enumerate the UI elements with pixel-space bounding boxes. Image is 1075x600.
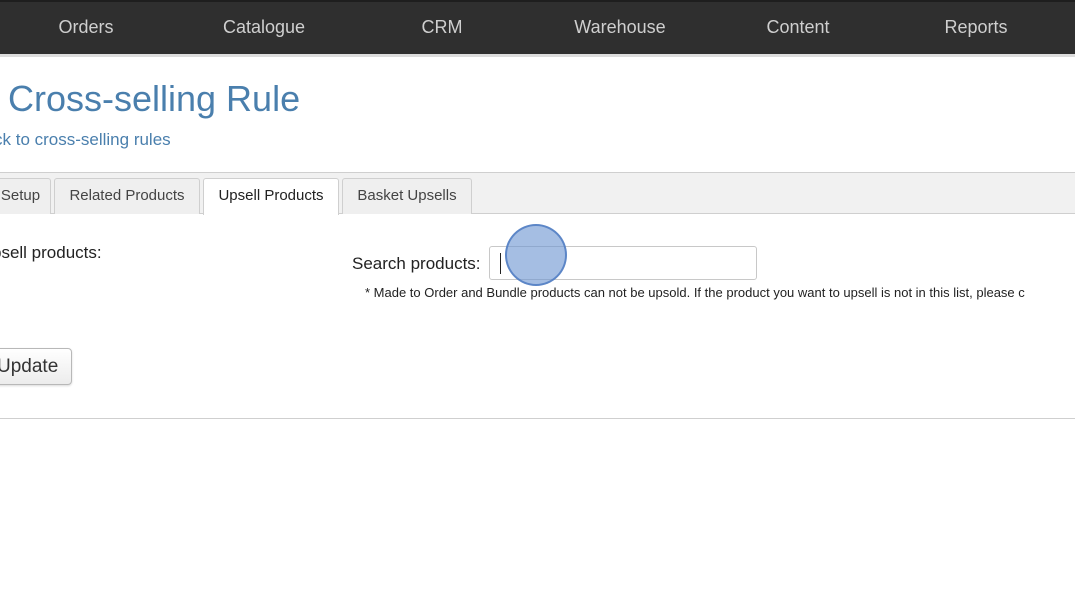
- nav-divider: [0, 54, 1075, 57]
- nav-item-orders[interactable]: Orders: [16, 2, 156, 54]
- search-products-label: Search products:: [352, 254, 481, 273]
- top-navigation-bar: Orders Catalogue CRM Warehouse Content R…: [0, 0, 1075, 54]
- upsell-products-label: psell products:: [0, 243, 102, 262]
- back-to-rules-link[interactable]: ck to cross-selling rules: [0, 130, 171, 150]
- tab-related-products[interactable]: Related Products: [54, 178, 200, 214]
- tab-setup[interactable]: Setup: [0, 178, 51, 214]
- tab-strip: Setup Related Products Upsell Products B…: [0, 173, 1075, 215]
- page-title: t Cross-selling Rule: [0, 78, 301, 119]
- upsell-restriction-note: * Made to Order and Bundle products can …: [365, 285, 1025, 300]
- update-button[interactable]: Update: [0, 348, 72, 385]
- tab-upsell-products[interactable]: Upsell Products: [203, 178, 339, 215]
- tab-basket-upsells[interactable]: Basket Upsells: [342, 178, 472, 214]
- nav-item-content[interactable]: Content: [728, 2, 868, 54]
- nav-item-crm[interactable]: CRM: [372, 2, 512, 54]
- nav-item-catalogue[interactable]: Catalogue: [194, 2, 334, 54]
- nav-item-reports[interactable]: Reports: [906, 2, 1046, 54]
- search-products-input[interactable]: [489, 246, 757, 280]
- text-cursor: [500, 253, 501, 274]
- nav-item-warehouse[interactable]: Warehouse: [550, 2, 690, 54]
